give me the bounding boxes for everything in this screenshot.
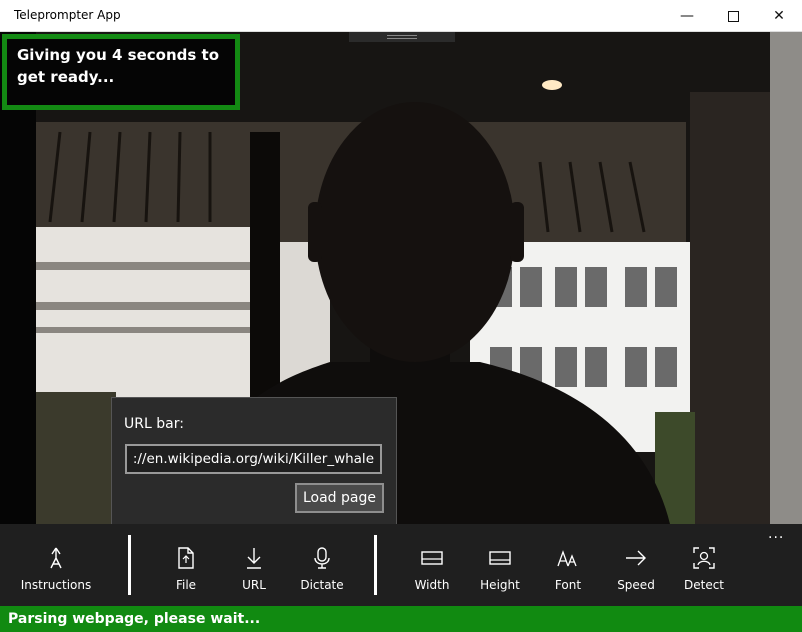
detect-button[interactable]: Detect [676, 524, 732, 606]
status-bar: Parsing webpage, please wait... [0, 606, 802, 632]
app-title: Teleprompter App [14, 8, 121, 22]
download-arrow-icon [242, 546, 266, 570]
font-icon [556, 546, 580, 570]
more-options-button[interactable]: ... [768, 526, 784, 542]
separator [374, 535, 377, 595]
file-button[interactable]: File [158, 524, 214, 606]
dictate-button[interactable]: Dictate [294, 524, 350, 606]
separator [128, 535, 131, 595]
microphone-icon [310, 546, 334, 570]
url-input[interactable] [125, 444, 382, 474]
instructions-label: Instructions [20, 578, 92, 592]
countdown-overlay: Giving you 4 seconds to get ready... [2, 34, 240, 110]
dictate-label: Dictate [300, 578, 344, 592]
file-icon [174, 546, 198, 570]
instructions-icon [44, 546, 68, 570]
minimize-button[interactable]: — [664, 0, 710, 32]
countdown-text: Giving you 4 seconds to get ready... [17, 46, 219, 86]
close-icon: ✕ [773, 8, 785, 24]
grip-icon [387, 35, 417, 39]
url-flyout: URL bar: Load page [111, 397, 397, 529]
width-button[interactable]: Width [404, 524, 460, 606]
command-bar: Instructions File URL Dictate Width Heig… [0, 524, 802, 606]
minimize-icon: — [680, 8, 694, 24]
title-bar: Teleprompter App — ✕ [0, 0, 802, 32]
maximize-icon [727, 10, 739, 22]
url-bar-label: URL bar: [124, 416, 184, 432]
font-button[interactable]: Font [540, 524, 596, 606]
close-button[interactable]: ✕ [756, 0, 802, 32]
status-text: Parsing webpage, please wait... [8, 611, 261, 627]
arrow-right-icon [624, 546, 648, 570]
speed-label: Speed [617, 578, 655, 592]
width-icon [420, 546, 444, 570]
url-button[interactable]: URL [226, 524, 282, 606]
instructions-button[interactable]: Instructions [20, 524, 92, 606]
url-label: URL [242, 578, 266, 592]
font-label: Font [554, 578, 582, 592]
speed-button[interactable]: Speed [608, 524, 664, 606]
face-detect-icon [692, 546, 716, 570]
height-icon [488, 546, 512, 570]
load-page-button[interactable]: Load page [295, 483, 384, 513]
file-label: File [175, 578, 197, 592]
detect-label: Detect [683, 578, 724, 592]
maximize-button[interactable] [710, 0, 756, 32]
width-label: Width [414, 578, 450, 592]
height-label: Height [480, 578, 520, 592]
height-button[interactable]: Height [472, 524, 528, 606]
